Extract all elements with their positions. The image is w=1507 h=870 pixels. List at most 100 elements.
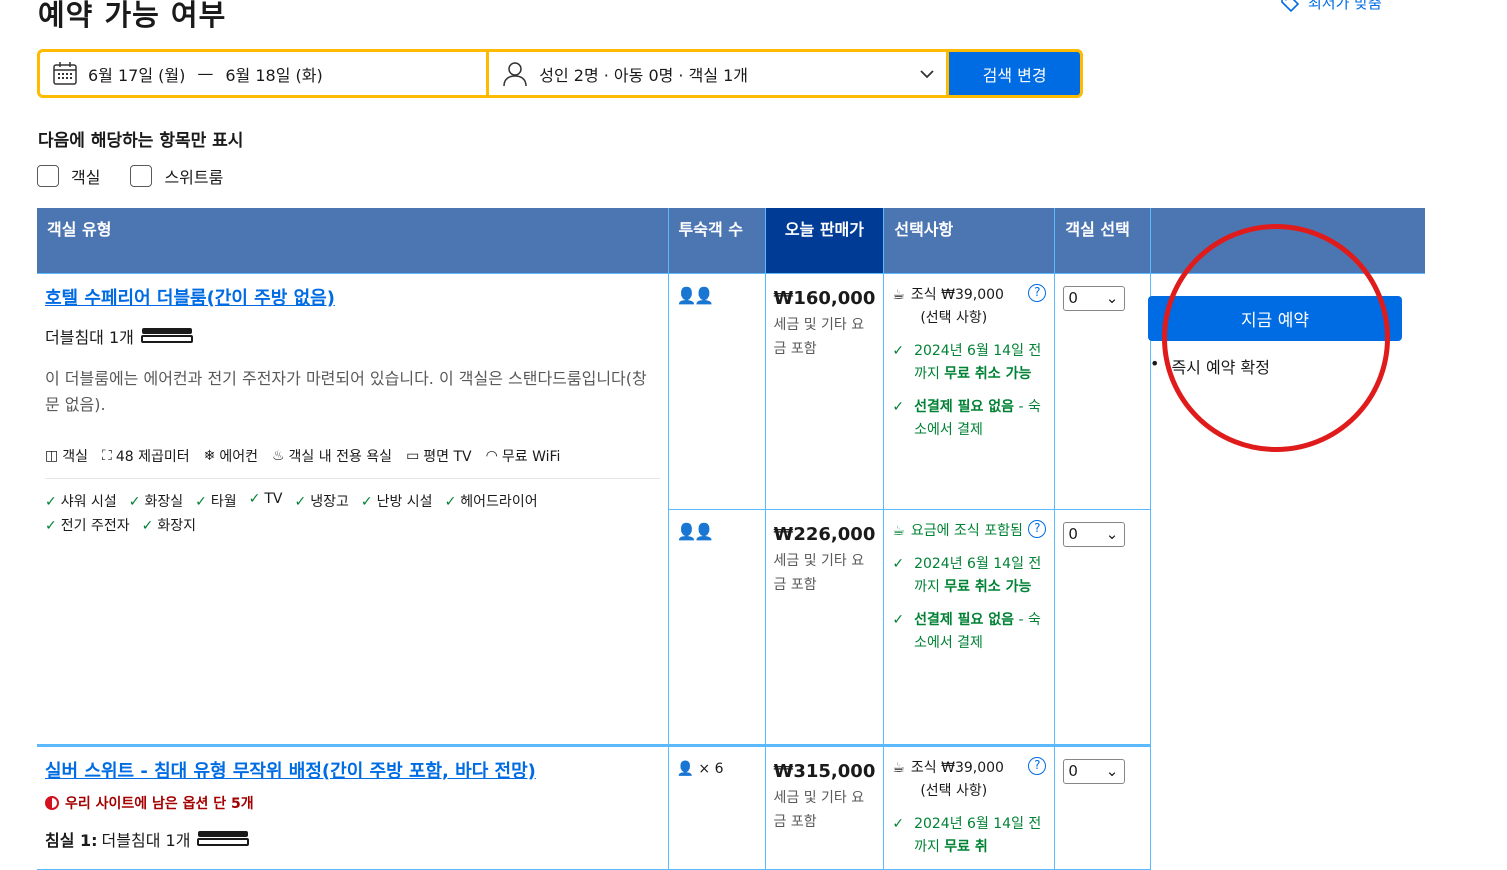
offer3-price: ₩315,000 (773, 760, 876, 782)
half-circle-icon (45, 795, 59, 810)
room2-guests: 👤 × 6 (668, 743, 766, 870)
date-start: 6월 17일 (월) (88, 65, 186, 85)
chevron-down-icon (920, 70, 934, 79)
header-options: 선택사항 (883, 208, 1056, 274)
chevron-down-icon: ⌄ (1105, 289, 1119, 307)
person-icon: 👤 (676, 760, 694, 777)
facility-room: ◫ 객실 (45, 447, 88, 465)
guest-summary: 성인 2명 · 아동 0명 · 객실 1개 (539, 65, 749, 85)
filter-room-label: 객실 (71, 168, 101, 187)
filter-room-checkbox[interactable] (37, 165, 59, 187)
filter-suite-checkbox[interactable] (130, 165, 153, 187)
offer1-options: ☕ 조식 ₩39,000 ? (선택 사항) ✓ 2024년 6월 14일 전까지 … (883, 273, 1056, 510)
room1-cell: 호텔 수페리어 더블룸(간이 주방 없음) 더블침대 1개 이 더블룸에는 에어… (37, 273, 669, 746)
offer1-select-cell: 0 ⌄ (1054, 273, 1152, 510)
bullet: • (1150, 354, 1160, 373)
help-icon[interactable]: ? (1028, 756, 1047, 775)
amenity-item: ✓ 난방 시설 (360, 493, 433, 510)
check-icon: ✓ (248, 490, 261, 507)
facility-bathroom: ♨ 객실 내 전용 욕실 (271, 447, 393, 465)
offer2-guests: 👤👤 (668, 509, 766, 746)
amenity-item: ✓ TV (248, 490, 283, 507)
coffee-icon: ☕ (892, 522, 905, 539)
facility-wifi: ◠ 무료 WiFi (485, 447, 561, 465)
check-icon: ✓ (294, 493, 307, 510)
offer1-tax-note: 세금 및 기타 요금 포함 (773, 316, 865, 357)
two-persons-icon: 👤👤 (676, 285, 715, 305)
room1-amenities: ✓ 샤워 시설 ✓ 화장실 ✓ 타월 ✓ TV ✓ 냉장고 ✓ 난방 시설 ✓ 헤어드라이어 … (45, 491, 625, 535)
offer2-select-cell: 0 ⌄ (1054, 509, 1152, 746)
tv-icon: ▭ (406, 447, 420, 464)
check-icon: ✓ (892, 398, 905, 415)
filter-title: 다음에 해당하는 항목만 표시 (38, 131, 244, 151)
check-icon: ✓ (45, 517, 57, 534)
offer2-options: ☕ 요금에 조식 포함됨 ? ✓ 2024년 6월 14일 전까지 무료 취소 가능… (883, 509, 1056, 746)
person-icon (503, 61, 527, 86)
room1-description: 이 더블룸에는 에어컨과 전기 주전자가 마련되어 있습니다. 이 객실은 스탠… (45, 368, 647, 414)
offer1-breakfast-note: (선택 사항) (920, 309, 988, 326)
coffee-icon: ☕ (892, 286, 905, 303)
room2-bed: 침실 1: 더블침대 1개 (45, 827, 660, 851)
offer1-guests: 👤👤 (668, 273, 766, 510)
header-price: 오늘 판매가 (765, 208, 885, 274)
offer3-breakfast-note: (선택 사항) (920, 782, 988, 799)
amenity-item: ✓ 타월 (195, 493, 237, 510)
snowflake-icon: ❄ (203, 447, 216, 464)
offer1-cancel: ✓ 2024년 6월 14일 전까지 무료 취소 가능 (892, 340, 1046, 386)
search-bar: 6월 17일 (월) — 6월 18일 (화) 성인 2명 · 아동 0명 · … (37, 49, 1083, 98)
size-icon: ⛶ (102, 447, 112, 464)
offer1-qty-select[interactable]: 0 ⌄ (1063, 285, 1126, 311)
check-icon: ✓ (128, 493, 141, 510)
room2-name-link[interactable]: 실버 스위트 - 침대 유형 무작위 배정(간이 주방 포함, 바다 전망) (45, 757, 660, 783)
coffee-icon: ☕ (892, 759, 905, 776)
date-picker[interactable]: 6월 17일 (월) — 6월 18일 (화) (40, 52, 487, 95)
offer2-cancel: ✓ 2024년 6월 14일 전까지 무료 취소 가능 (892, 553, 1046, 599)
amenity-item: ✓ 헤어드라이어 (444, 493, 538, 510)
chevron-down-icon: ⌄ (1105, 762, 1119, 780)
chevron-down-icon: ⌄ (1105, 525, 1119, 543)
page-title: 예약 가능 여부 (38, 0, 227, 32)
filter-suite-label: 스위트룸 (164, 168, 224, 187)
offer3-qty-select[interactable]: 0 ⌄ (1063, 758, 1126, 784)
tag-icon (1281, 0, 1300, 12)
offer3-cancel: ✓ 2024년 6월 14일 전까지 무료 취 (892, 813, 1046, 859)
facility-size: ⛶ 48 제곱미터 (102, 447, 190, 465)
offer1-price-cell: ₩160,000 세금 및 기타 요금 포함 (765, 273, 885, 510)
amenity-item: ✓ 샤워 시설 (45, 493, 117, 510)
offer3-options: ☕ 조식 ₩39,000 ? (선택 사항) ✓ 2024년 6월 14일 전까지 … (883, 743, 1056, 870)
facility-tv: ▭ 평면 TV (406, 447, 472, 465)
offer2-price-cell: ₩226,000 세금 및 기타 요금 포함 (765, 509, 885, 746)
change-search-button[interactable]: 검색 변경 (949, 52, 1080, 95)
room1-bed: 더블침대 1개 (45, 324, 660, 348)
offer3-tax-note: 세금 및 기타 요금 포함 (773, 789, 865, 830)
room2-cell: 실버 스위트 - 침대 유형 무작위 배정(간이 주방 포함, 바다 전망) 우… (37, 743, 669, 870)
room1-facilities: ◫ 객실 ⛶ 48 제곱미터 ❄ 에어컨 ♨ 객실 내 전용 욕실 ▭ 평면 TV ◠ 무료… (45, 446, 660, 479)
help-icon[interactable]: ? (1028, 519, 1047, 538)
shower-icon: ♨ (271, 447, 285, 464)
check-icon: ✓ (892, 611, 905, 628)
filter-options: 객실 스위트룸 (37, 164, 223, 188)
best-price-link[interactable]: 최저가 맞춤 (1280, 0, 1382, 13)
date-separator: — (197, 64, 214, 83)
check-icon: ✓ (45, 493, 57, 510)
header-room-select: 객실 선택 (1054, 208, 1152, 274)
check-icon: ✓ (141, 517, 154, 534)
help-icon[interactable]: ? (1028, 283, 1047, 302)
offer1-breakfast: 조식 ₩39,000 (910, 286, 1004, 303)
offer2-qty-select[interactable]: 0 ⌄ (1063, 521, 1126, 547)
amenity-item: ✓ 냉장고 (294, 493, 349, 510)
date-end: 6월 18일 (화) (225, 65, 323, 85)
double-bed-icon (197, 830, 250, 846)
guest-selector[interactable]: 성인 2명 · 아동 0명 · 객실 1개 (489, 52, 947, 95)
check-icon: ✓ (892, 555, 905, 572)
offer1-price: ₩160,000 (773, 287, 876, 309)
offer3-breakfast: 조식 ₩39,000 (910, 759, 1004, 776)
offer2-breakfast: 요금에 조식 포함됨 (910, 522, 1023, 539)
room1-name-link[interactable]: 호텔 수페리어 더블룸(간이 주방 없음) (45, 284, 660, 310)
offer2-tax-note: 세금 및 기타 요금 포함 (773, 552, 865, 593)
check-icon: ✓ (892, 815, 905, 832)
offer3-price-cell: ₩315,000 세금 및 기타 요금 포함 (765, 743, 885, 870)
header-guests: 투숙객 수 (668, 208, 766, 274)
amenity-item: ✓ 전기 주전자 (45, 517, 130, 534)
header-room-type: 객실 유형 (37, 208, 669, 274)
